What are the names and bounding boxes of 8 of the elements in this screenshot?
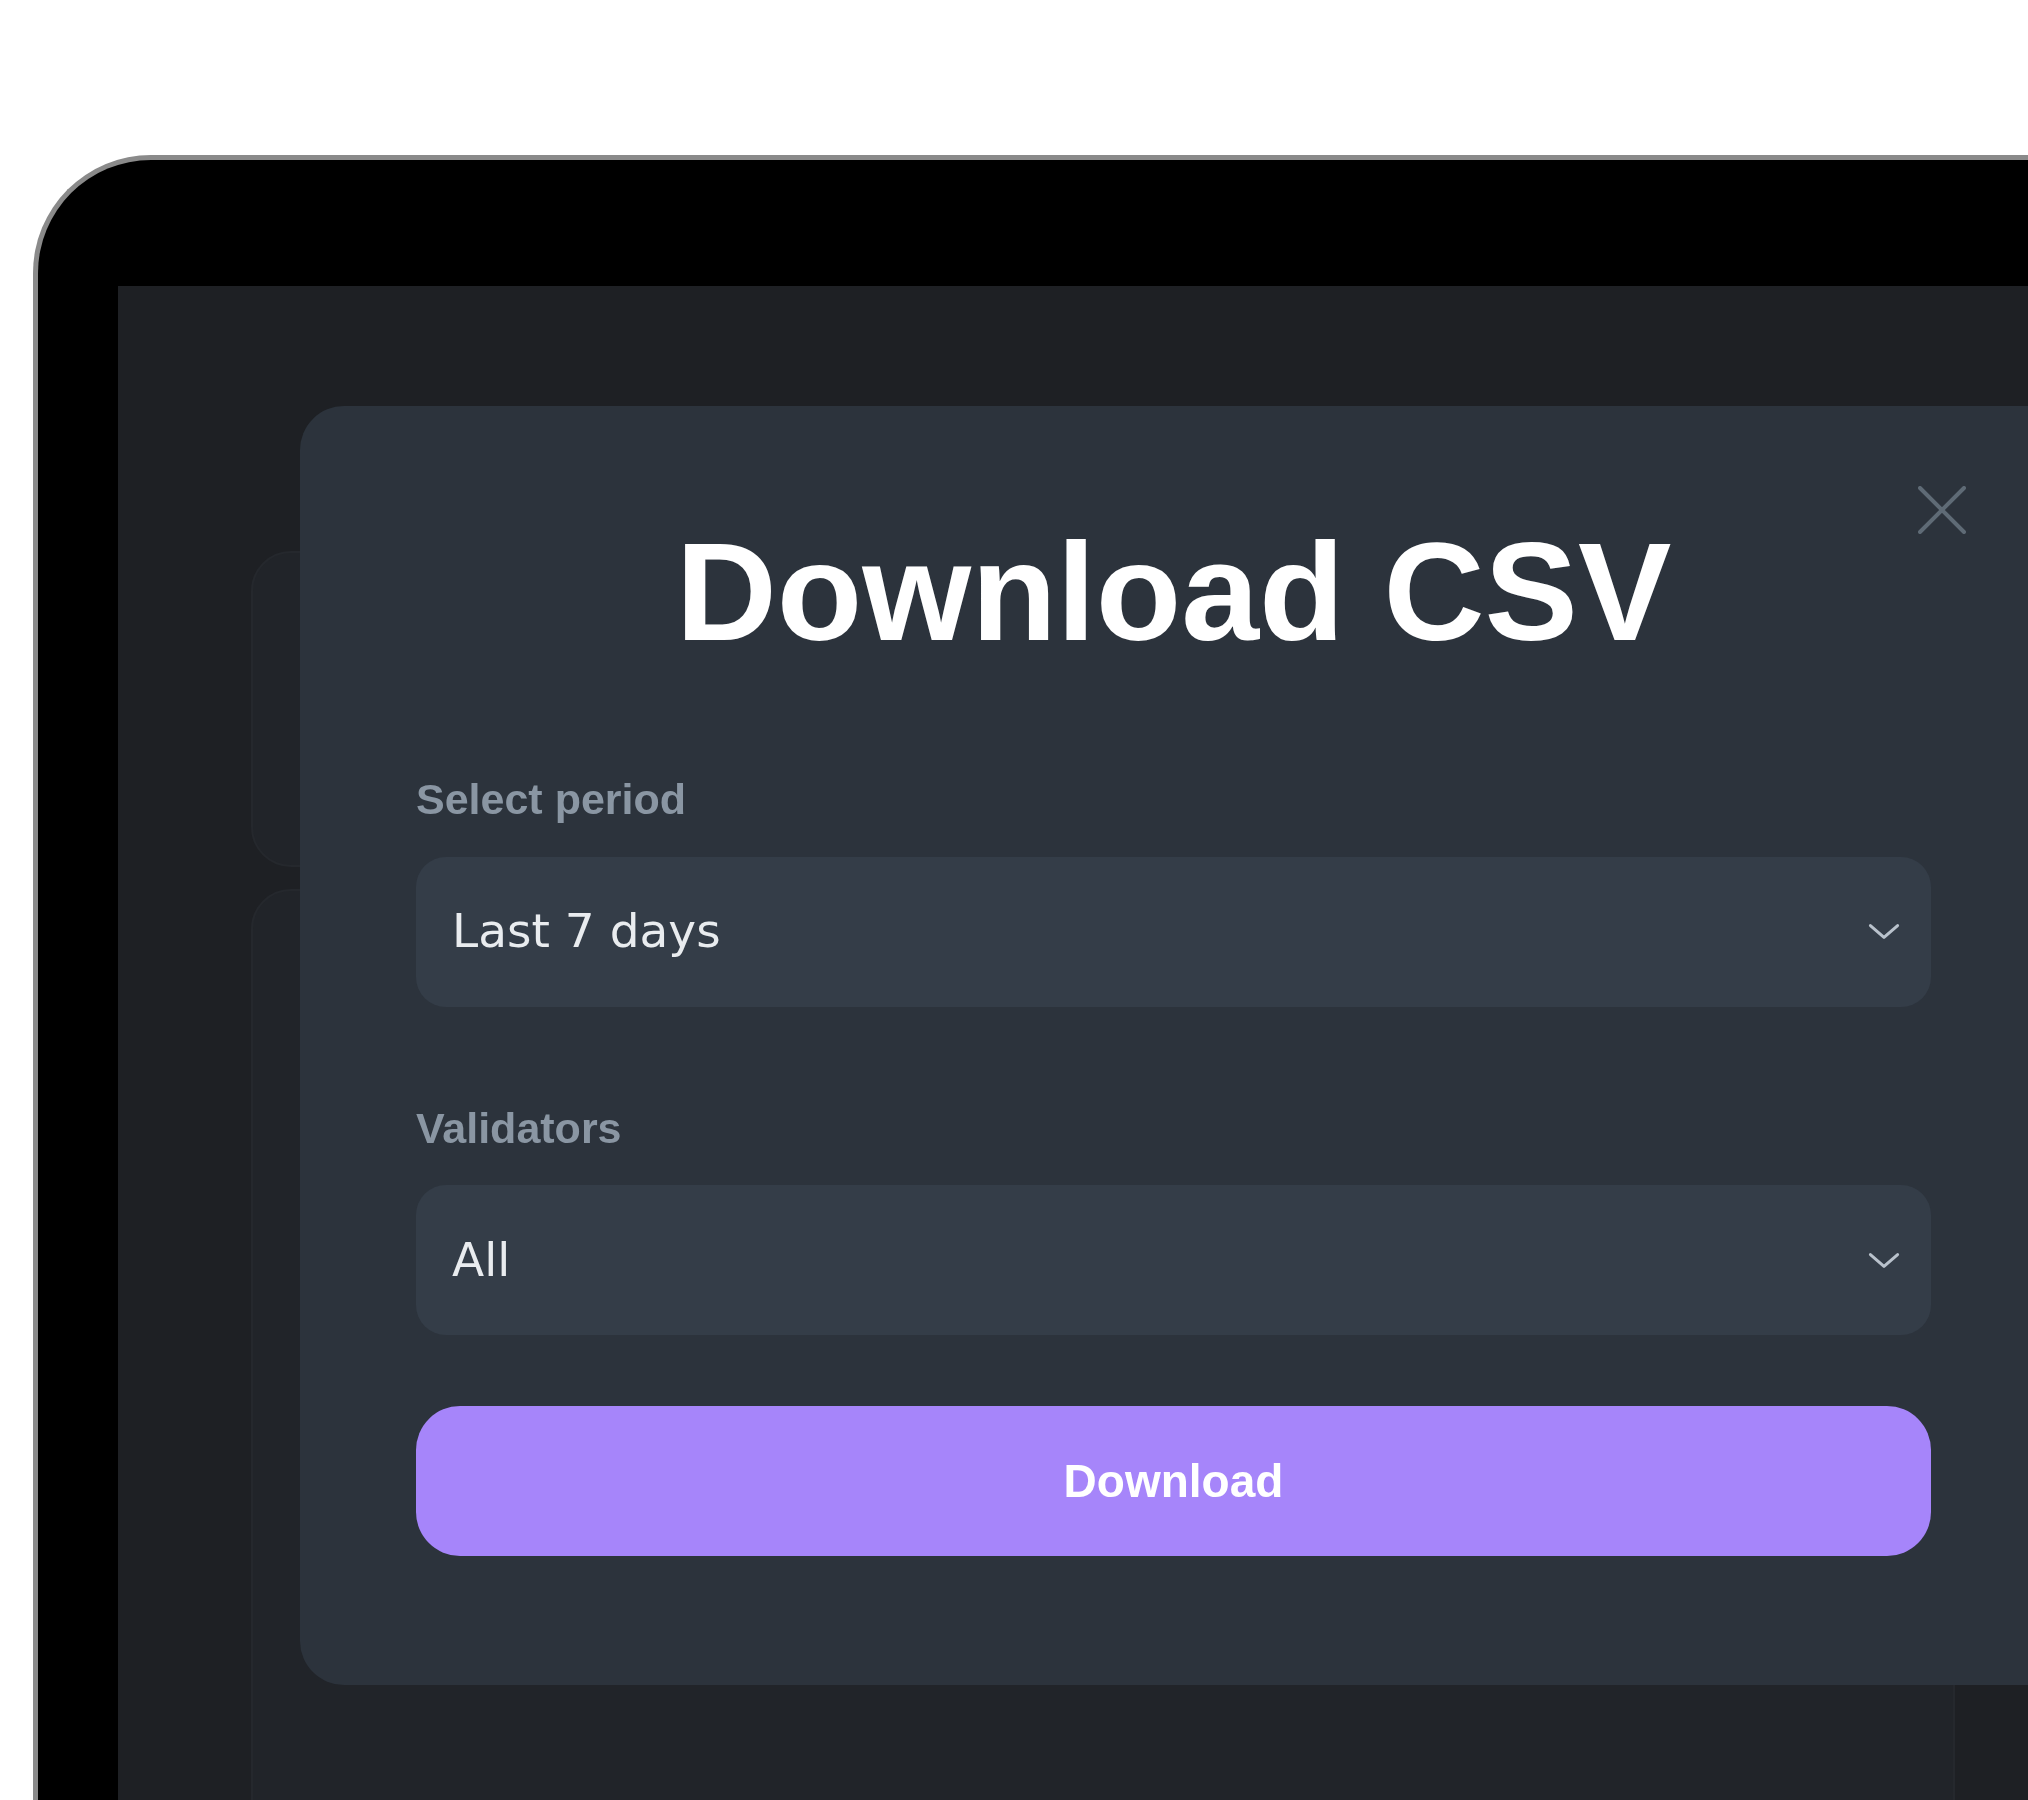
dropdown-field[interactable]: Last 7 days bbox=[416, 856, 1931, 1007]
dialog-title: Download CSV bbox=[675, 512, 1672, 672]
field-label: Select period bbox=[416, 774, 687, 825]
chevron-down-icon bbox=[1867, 1250, 1901, 1270]
dropdown-field[interactable]: All bbox=[416, 1185, 1931, 1336]
field-label: Validators bbox=[416, 1102, 622, 1154]
close-icon[interactable] bbox=[1918, 486, 1966, 534]
chevron-down-icon bbox=[1867, 922, 1901, 942]
